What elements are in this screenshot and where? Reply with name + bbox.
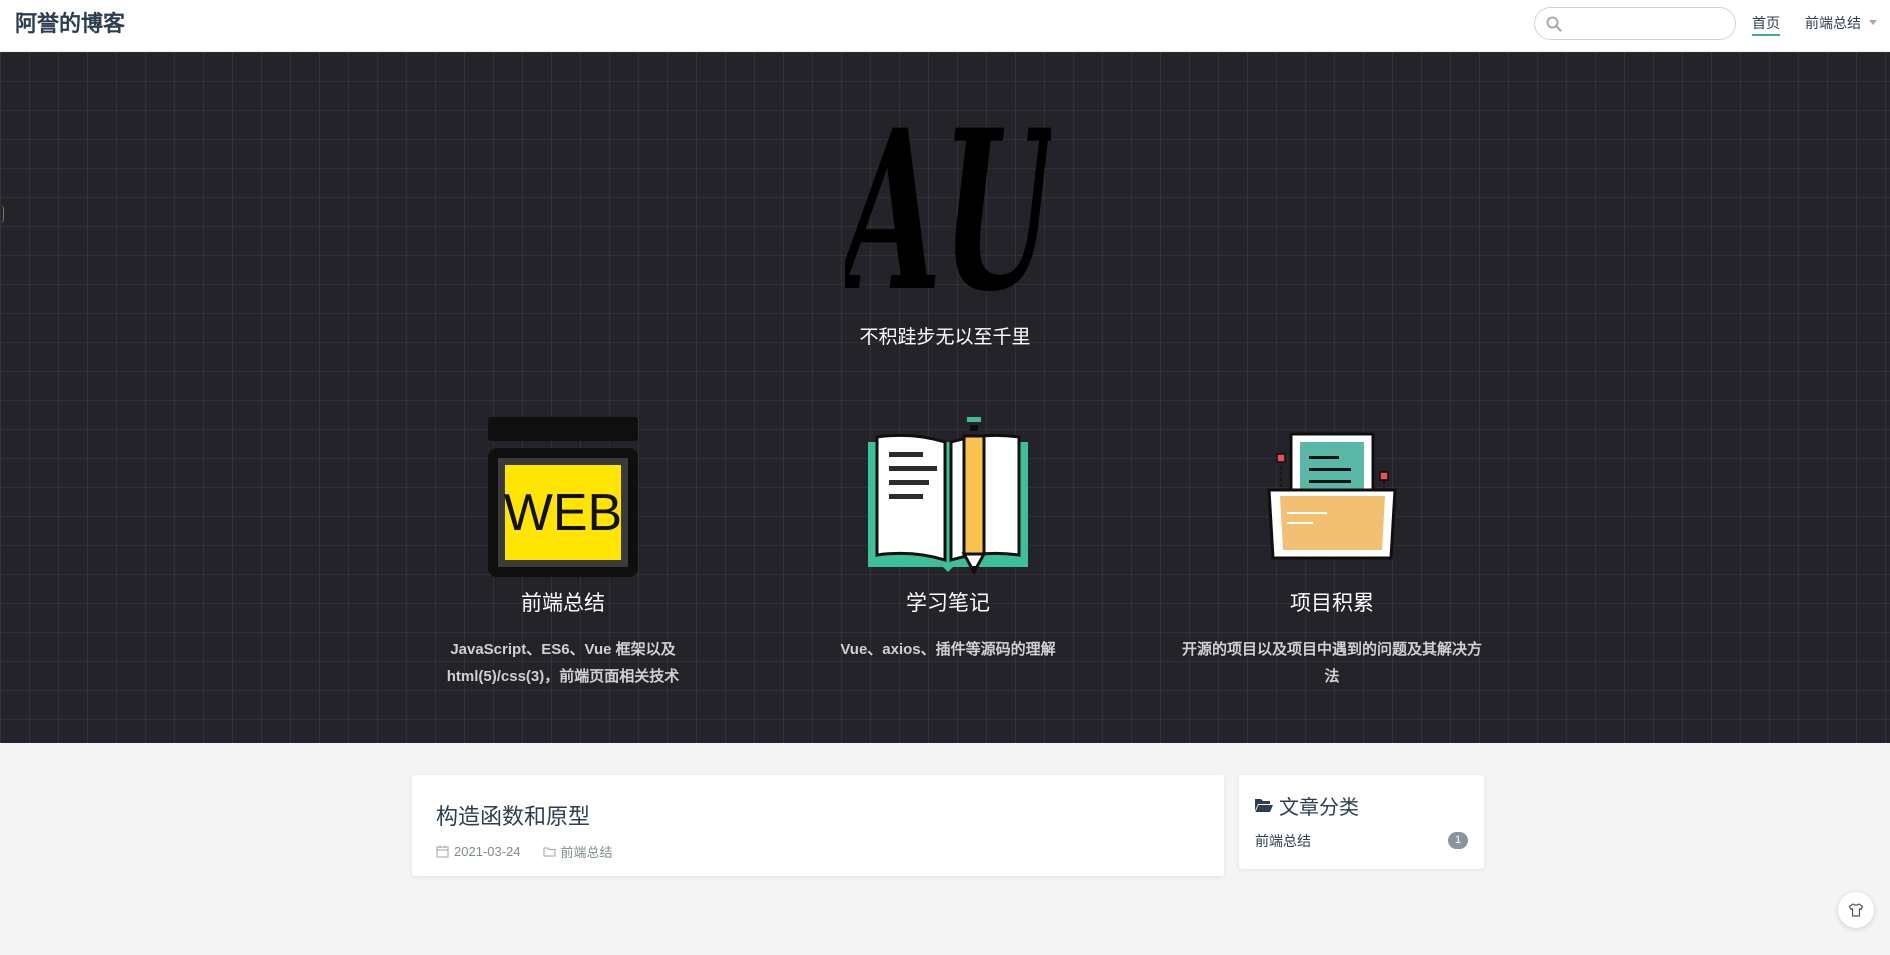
feature-study-notes: 学习笔记 Vue、axios、插件等源码的理解 [778, 412, 1118, 663]
hero-logo: AU [845, 96, 1051, 306]
hero-tagline: 不积跬步无以至千里 [859, 327, 1031, 348]
post-category-link[interactable]: 前端总结 [561, 842, 613, 861]
folder-open-icon [1255, 799, 1273, 812]
calendar-icon [436, 845, 449, 858]
feature-title: 项目积累 [1290, 592, 1374, 615]
folder-document-icon [1267, 432, 1397, 560]
feature-description: JavaScript、ES6、Vue 框架以及 html(5)/css(3)，前… [446, 641, 680, 685]
category-heading: 文章分类 [1254, 791, 1359, 820]
feature-description: 开源的项目以及项目中遇到的问题及其解决方法 [1182, 641, 1483, 685]
top-navbar: 阿誉的博客 首页 前端总结 [0, 0, 1890, 52]
tshirt-icon [1848, 903, 1864, 917]
post-meta: 2021-03-24 前端总结 [436, 842, 613, 861]
theme-switch-button[interactable] [1838, 892, 1874, 928]
web-icon: WEB [488, 417, 638, 577]
search-input[interactable] [1567, 12, 1727, 36]
category-item-frontend-summary[interactable]: 前端总结 [1255, 831, 1311, 851]
book-pencil-icon [868, 417, 1028, 576]
search-icon [1546, 16, 1562, 32]
site-name-link[interactable]: 阿誉的博客 [15, 10, 125, 38]
category-heading-text: 文章分类 [1279, 797, 1359, 819]
post-title-link[interactable]: 构造函数和原型 [436, 799, 590, 831]
folder-icon [543, 847, 555, 857]
post-date: 2021-03-24 [454, 844, 521, 859]
feature-title: 前端总结 [521, 592, 605, 615]
feature-description: Vue、axios、插件等源码的理解 [840, 641, 1056, 658]
svg-text:AU: AU [845, 96, 1051, 306]
edge-handle[interactable] [0, 205, 4, 223]
dropdown-caret-icon[interactable] [1869, 20, 1877, 25]
feature-frontend-summary: WEB 前端总结 JavaScript、ES6、Vue 框架以及 html(5)… [393, 412, 733, 690]
category-count-badge: 1 [1448, 832, 1468, 849]
feature-title: 学习笔记 [906, 592, 990, 615]
hero-section: AU 不积跬步无以至千里 WEB 前端总结 JavaScript、ES6、Vue… [0, 52, 1890, 743]
category-card: 文章分类 前端总结 1 [1239, 775, 1484, 869]
post-card: 构造函数和原型 2021-03-24 前端总结 [412, 775, 1224, 876]
nav-link-frontend-summary[interactable]: 前端总结 [1805, 14, 1861, 32]
feature-project-accumulation: 项目积累 开源的项目以及项目中遇到的问题及其解决方法 [1162, 412, 1502, 690]
nav-link-home[interactable]: 首页 [1752, 14, 1780, 36]
search-box[interactable] [1534, 7, 1736, 40]
svg-text:WEB: WEB [504, 484, 622, 542]
